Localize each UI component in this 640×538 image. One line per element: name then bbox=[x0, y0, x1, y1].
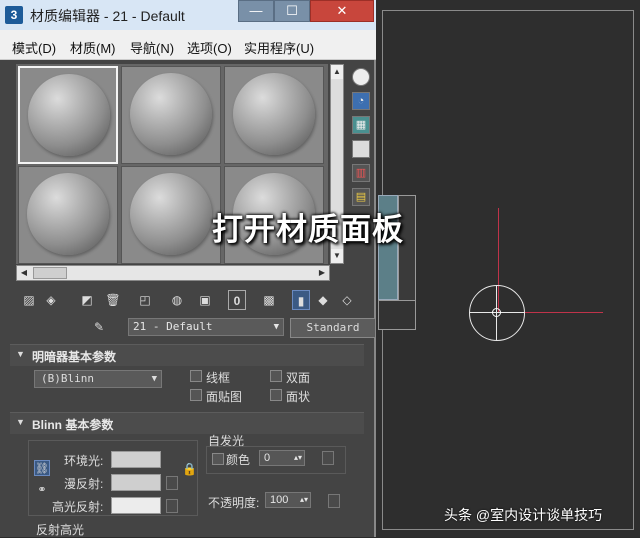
material-type-button[interactable]: Standard bbox=[290, 318, 376, 338]
maximize-button[interactable]: ☐ bbox=[274, 0, 310, 22]
show-end-result-icon[interactable]: ▮ bbox=[292, 290, 310, 310]
put-to-scene-icon[interactable]: ◈ bbox=[42, 290, 60, 310]
scroll-down-arrow[interactable]: ▼ bbox=[331, 249, 343, 263]
shader-dropdown[interactable]: (B)Blinn ▼ bbox=[34, 370, 162, 388]
self-illum-color-checkbox[interactable] bbox=[212, 453, 224, 465]
diffuse-label: 漫反射: bbox=[64, 477, 104, 491]
title-bar[interactable]: 3 材质编辑器 - 21 - Default — ☐ ✕ bbox=[0, 0, 376, 30]
menu-utilities[interactable]: 实用程序(U) bbox=[244, 38, 314, 57]
opacity-map-button[interactable] bbox=[328, 494, 340, 508]
gizmo-center[interactable] bbox=[492, 308, 501, 317]
material-name-row: ✎ 21 - Default ▼ Standard bbox=[16, 317, 376, 339]
assign-to-selection-icon[interactable]: ◩ bbox=[78, 290, 96, 310]
self-illum-value: 0 bbox=[264, 452, 271, 464]
menu-options[interactable]: 选项(O) bbox=[187, 38, 232, 57]
show-map-icon[interactable]: ▩ bbox=[260, 290, 278, 310]
ambient-label: 环境光: bbox=[64, 454, 104, 468]
shader-rollout-header[interactable]: ▼ 明暗器基本参数 bbox=[10, 344, 364, 366]
scroll-thumb[interactable] bbox=[33, 267, 67, 279]
sample-slot-4[interactable] bbox=[18, 166, 118, 264]
sample-sphere bbox=[130, 173, 212, 255]
material-toolbar: ▨ ◈ ◩ 🗑 ◰ ◍ ▣ 0 ▩ ▮ ◆ ◇ bbox=[16, 290, 356, 312]
specular-label: 高光反射: bbox=[52, 500, 104, 514]
collapse-icon: ▼ bbox=[16, 349, 25, 359]
window-title: 材质编辑器 - 21 - Default bbox=[30, 8, 185, 24]
menu-mode[interactable]: 模式(D) bbox=[12, 38, 56, 57]
material-id-channel-icon[interactable]: 0 bbox=[228, 290, 246, 310]
specular-color-swatch[interactable] bbox=[111, 497, 161, 514]
slots-horizontal-scrollbar[interactable]: ◀ ▶ bbox=[16, 265, 330, 281]
material-editor-window: 3 材质编辑器 - 21 - Default — ☐ ✕ 模式(D) 材质(M)… bbox=[0, 0, 376, 537]
shader-rollout-title: 明暗器基本参数 bbox=[32, 350, 117, 364]
spinner-arrows-icon: ▴▾ bbox=[299, 495, 308, 504]
self-illum-spinner[interactable]: 0 ▴▾ bbox=[259, 450, 305, 466]
specular-map-button[interactable] bbox=[166, 499, 178, 513]
face-map-checkbox[interactable] bbox=[190, 389, 202, 401]
uv-tiling-icon[interactable] bbox=[352, 140, 370, 158]
eyedropper-icon[interactable]: ✎ bbox=[94, 320, 108, 336]
two-sided-label: 双面 bbox=[286, 371, 311, 385]
spec-highlights-label: 反射高光 bbox=[36, 523, 85, 537]
sample-slot-1[interactable] bbox=[18, 66, 118, 164]
self-illum-map-button[interactable] bbox=[322, 451, 334, 465]
scroll-right-arrow[interactable]: ▶ bbox=[315, 266, 329, 280]
get-material-icon[interactable]: ▨ bbox=[20, 290, 38, 310]
sphere-type-icon[interactable] bbox=[352, 68, 370, 86]
scroll-left-arrow[interactable]: ◀ bbox=[17, 266, 31, 280]
opacity-spinner[interactable]: 100 ▴▾ bbox=[265, 492, 311, 508]
material-name-field[interactable]: 21 - Default ▼ bbox=[128, 318, 284, 336]
viewport-frame bbox=[382, 10, 634, 530]
chain-icon[interactable]: ⚭ bbox=[34, 482, 50, 498]
blinn-rollout-header[interactable]: ▼ Blinn 基本参数 bbox=[10, 412, 364, 434]
scroll-up-arrow[interactable]: ▲ bbox=[331, 65, 343, 79]
ambient-color-swatch[interactable] bbox=[111, 451, 161, 468]
diffuse-map-button[interactable] bbox=[166, 476, 178, 490]
chevron-down-icon: ▼ bbox=[151, 374, 157, 384]
opacity-label: 不透明度: bbox=[208, 496, 260, 510]
shader-value: (B)Blinn bbox=[41, 372, 94, 385]
link-icon[interactable]: ⛓ bbox=[34, 460, 50, 476]
self-illum-color-label: 颜色 bbox=[226, 453, 251, 467]
close-button[interactable]: ✕ bbox=[310, 0, 374, 22]
minimize-button[interactable]: — bbox=[238, 0, 274, 22]
background-checker-icon[interactable]: ▦ bbox=[352, 116, 370, 134]
sample-sphere bbox=[28, 74, 110, 156]
menu-bar: 模式(D) 材质(M) 导航(N) 选项(O) 实用程序(U) bbox=[0, 30, 376, 60]
spinner-arrows-icon: ▴▾ bbox=[293, 453, 302, 462]
app-icon: 3 bbox=[5, 6, 23, 24]
sample-sphere bbox=[27, 173, 109, 255]
watermark: 头条 @室内设计谈单技巧 bbox=[444, 507, 603, 523]
collapse-icon: ▼ bbox=[16, 417, 25, 427]
sample-slot-5[interactable] bbox=[121, 166, 221, 264]
material-id-icon[interactable]: ▣ bbox=[196, 290, 214, 310]
chevron-down-icon: ▼ bbox=[273, 322, 279, 332]
face-map-label: 面贴图 bbox=[206, 390, 243, 404]
blinn-rollout-title: Blinn 基本参数 bbox=[32, 418, 114, 432]
wire-checkbox[interactable] bbox=[190, 370, 202, 382]
opacity-value: 100 bbox=[270, 494, 289, 506]
sample-slot-2[interactable] bbox=[121, 66, 221, 164]
sample-sphere bbox=[130, 73, 212, 155]
faceted-checkbox[interactable] bbox=[270, 389, 282, 401]
menu-material[interactable]: 材质(M) bbox=[70, 38, 116, 57]
video-color-check-icon[interactable]: ▥ bbox=[352, 164, 370, 182]
put-to-library-icon[interactable]: ◍ bbox=[168, 290, 186, 310]
two-sided-checkbox[interactable] bbox=[270, 370, 282, 382]
lock-icon[interactable]: 🔒 bbox=[182, 462, 197, 476]
faceted-label: 面状 bbox=[286, 390, 311, 404]
wire-label: 线框 bbox=[206, 371, 231, 385]
reset-map-icon[interactable]: 🗑 bbox=[104, 290, 122, 310]
panel-block bbox=[378, 300, 416, 330]
diffuse-color-swatch[interactable] bbox=[111, 474, 161, 491]
go-to-parent-icon[interactable]: ◆ bbox=[314, 290, 332, 310]
make-unique-icon[interactable]: ◰ bbox=[136, 290, 154, 310]
go-forward-icon[interactable]: ◇ bbox=[338, 290, 356, 310]
backlight-icon[interactable]: ◔ bbox=[352, 92, 370, 110]
menu-navigation[interactable]: 导航(N) bbox=[130, 38, 174, 57]
video-caption: 打开材质面板 bbox=[212, 212, 404, 247]
sample-slot-3[interactable] bbox=[224, 66, 324, 164]
material-name-value: 21 - Default bbox=[133, 320, 213, 333]
sample-sphere bbox=[233, 73, 315, 155]
